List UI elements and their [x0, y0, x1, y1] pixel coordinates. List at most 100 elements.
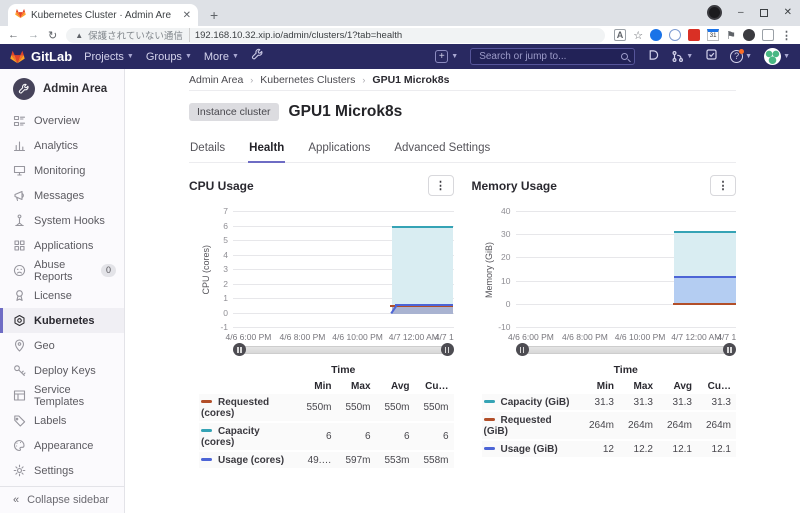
slider-handle-right[interactable]	[723, 343, 736, 356]
sidebar-item-analytics[interactable]: Analytics	[0, 133, 124, 158]
sidebar-item-abuse-reports[interactable]: Abuse Reports0	[0, 258, 124, 283]
projects-menu[interactable]: Projects▼	[84, 51, 134, 63]
legend-row: Usage (cores) 49.… 597m 553m 558m	[199, 451, 454, 469]
breadcrumb-kubernetes-clusters[interactable]: Kubernetes Clusters	[260, 74, 355, 86]
y-axis-label: CPU (cores)	[201, 212, 211, 328]
chart-title: Memory Usage	[472, 179, 557, 193]
sidebar-item-labels[interactable]: Labels	[0, 408, 124, 433]
x-axis-label: Time	[233, 364, 454, 376]
slider-handle-right[interactable]	[441, 343, 454, 356]
security-warning-icon[interactable]: ▲	[75, 31, 83, 40]
more-menu[interactable]: More▼	[204, 51, 239, 63]
todos-icon[interactable]	[705, 48, 718, 66]
slider-track[interactable]	[522, 346, 731, 354]
tanuki-icon	[10, 50, 25, 64]
merge-requests-menu[interactable]: ▼	[671, 50, 693, 63]
abuse-reports-count-badge: 0	[101, 264, 116, 277]
chevron-down-icon: ▼	[451, 53, 458, 60]
notification-dot	[739, 49, 744, 54]
sidebar-item-overview[interactable]: Overview	[0, 108, 124, 133]
new-tab-button[interactable]: +	[210, 9, 218, 21]
tab-applications[interactable]: Applications	[307, 136, 371, 162]
browser-profile-icon[interactable]	[707, 5, 722, 20]
breadcrumb-separator: ›	[362, 75, 365, 85]
slider-handle-left[interactable]	[233, 343, 246, 356]
instance-cluster-badge: Instance cluster	[189, 103, 279, 121]
sad-face-icon	[13, 264, 26, 277]
chevron-down-icon: ▼	[232, 53, 239, 60]
admin-wrench-icon[interactable]	[251, 48, 264, 66]
analytics-icon	[13, 139, 26, 152]
sidebar-item-monitoring[interactable]: Monitoring	[0, 158, 124, 183]
gitlab-favicon	[15, 8, 26, 22]
megaphone-icon	[13, 189, 26, 202]
legend-row: Capacity (GiB) 31.3 31.3 31.3 31.3	[482, 394, 737, 411]
sidebar-item-settings[interactable]: Settings	[0, 458, 124, 483]
refresh-icon[interactable]: ↻	[48, 29, 57, 42]
search-input[interactable]	[477, 50, 621, 63]
legend-header-row: Min Max Avg Cu…	[199, 379, 454, 394]
help-menu[interactable]: ? ▼	[730, 50, 752, 63]
tab-advanced-settings[interactable]: Advanced Settings	[393, 136, 491, 162]
window-maximize-button[interactable]	[760, 9, 768, 17]
browser-tab[interactable]: Kubernetes Cluster · Admin Are ✕	[8, 4, 198, 26]
sidebar-header[interactable]: Admin Area	[0, 69, 124, 108]
sidebar-item-appearance[interactable]: Appearance	[0, 433, 124, 458]
groups-menu[interactable]: Groups▼	[146, 51, 192, 63]
time-range-slider[interactable]	[233, 343, 454, 356]
forward-icon[interactable]: →	[28, 29, 39, 41]
search-box[interactable]	[470, 48, 635, 65]
sidebar-item-system-hooks[interactable]: System Hooks	[0, 208, 124, 233]
sidebar-item-license[interactable]: License	[0, 283, 124, 308]
sidebar-item-kubernetes[interactable]: Kubernetes	[0, 308, 124, 333]
extension-icon[interactable]	[650, 29, 662, 41]
y-axis-label: Memory (GiB)	[484, 212, 494, 328]
sidebar-item-messages[interactable]: Messages	[0, 183, 124, 208]
collapse-sidebar-button[interactable]: « Collapse sidebar	[0, 486, 124, 513]
avatar	[764, 48, 781, 65]
tab-close-icon[interactable]: ✕	[183, 10, 191, 21]
slider-track[interactable]	[239, 346, 448, 354]
url-bar[interactable]: ▲ 保護されていない通信 192.168.10.32.xip.io/admin/…	[66, 28, 605, 43]
breadcrumb-admin-area[interactable]: Admin Area	[189, 74, 243, 86]
user-menu[interactable]: ▼	[764, 48, 790, 65]
sidebar-item-deploy-keys[interactable]: Deploy Keys	[0, 358, 124, 383]
browser-menu-icon[interactable]: ⋮	[781, 29, 792, 42]
location-pin-icon	[13, 339, 26, 352]
sidebar-item-applications[interactable]: Applications	[0, 233, 124, 258]
legend-row: Requested (cores) 550m 550m 550m 550m	[199, 394, 454, 422]
tab-details[interactable]: Details	[189, 136, 226, 162]
tag-icon	[13, 414, 26, 427]
gitlab-logo[interactable]: GitLab	[10, 49, 72, 64]
plot-area: 403020100-104/6 6:00 PM4/6 8:00 PM4/6 10…	[516, 212, 737, 328]
back-icon[interactable]: ←	[8, 29, 19, 41]
tab-health[interactable]: Health	[248, 136, 285, 163]
chart-options-button[interactable]: ⋮	[710, 175, 736, 196]
window-minimize-button[interactable]: –	[738, 7, 744, 18]
extensions-puzzle-icon[interactable]	[762, 29, 774, 41]
extension-calendar-icon[interactable]: 31	[707, 29, 719, 41]
extension-icon[interactable]	[688, 29, 700, 41]
admin-sidebar: Admin Area Overview Analytics Monitoring…	[0, 69, 125, 513]
extension-clock-icon[interactable]	[669, 29, 681, 41]
series-swatch	[484, 418, 495, 421]
extension-icon[interactable]	[743, 29, 755, 41]
url-text: 192.168.10.32.xip.io/admin/clusters/1?ta…	[195, 30, 402, 41]
extension-flag-icon[interactable]: ⚑	[726, 29, 736, 42]
merge-request-icon	[671, 50, 684, 63]
breadcrumb-current: GPU1 Microk8s	[372, 74, 449, 86]
translate-icon[interactable]: A	[614, 29, 627, 41]
chevron-down-icon: ▼	[185, 53, 192, 60]
chart-options-button[interactable]: ⋮	[428, 175, 454, 196]
sidebar-item-service-templates[interactable]: Service Templates	[0, 383, 124, 408]
slider-handle-left[interactable]	[516, 343, 529, 356]
sidebar-item-geo[interactable]: Geo	[0, 333, 124, 358]
bookmark-star-icon[interactable]: ☆	[633, 29, 643, 42]
time-range-slider[interactable]	[516, 343, 737, 356]
help-icon: ?	[730, 50, 743, 63]
new-menu[interactable]: +▼	[435, 50, 458, 63]
issues-icon[interactable]	[647, 48, 659, 66]
gitlab-navbar: GitLab Projects▼ Groups▼ More▼ +▼ ▼ ? ▼ …	[0, 44, 800, 69]
chart-legend-table: Min Max Avg Cu… Capacity (GiB) 31.3 31.3…	[482, 379, 737, 459]
window-close-button[interactable]: ✕	[784, 7, 792, 18]
